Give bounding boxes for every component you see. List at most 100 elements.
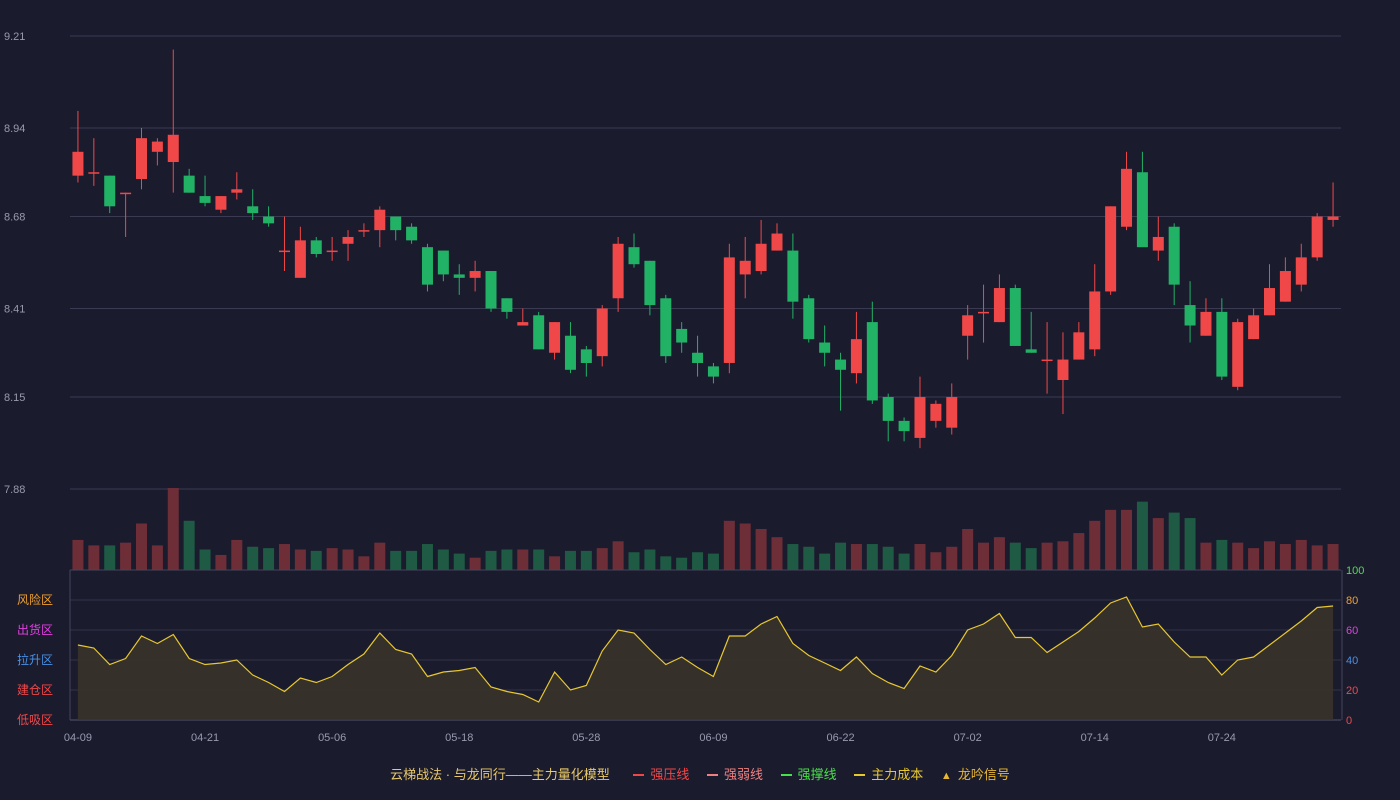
volume-bar [104, 545, 116, 570]
candle-body [1200, 311, 1212, 336]
legend-label: 强撑线 [797, 767, 837, 782]
volume-bar [215, 554, 227, 570]
candle-body [930, 403, 942, 421]
volume-bar [835, 542, 847, 570]
candle-body [88, 172, 100, 174]
candle-body [1232, 322, 1244, 387]
candle-body [1248, 315, 1260, 340]
zone-label: 建仓区 [17, 683, 53, 697]
volume-bar [564, 550, 576, 570]
volume-bar [707, 553, 719, 570]
legend-item-strength-line[interactable]: 强弱线 [707, 764, 763, 783]
volume-bar [199, 549, 211, 570]
volume-bar [898, 553, 910, 570]
volume-bar [501, 549, 513, 570]
price-tick-label: 8.68 [4, 212, 25, 224]
candle-body [72, 151, 84, 176]
legend-item-main-cost[interactable]: 主力成本 [854, 764, 923, 783]
price-tick-label: 8.41 [4, 303, 25, 315]
volume-bar [660, 556, 672, 570]
candle-body [850, 339, 862, 374]
candle-body [993, 288, 1005, 323]
volume-bar [1041, 542, 1053, 570]
volume-bar [1216, 539, 1228, 570]
candle-body [374, 209, 386, 231]
candle-body [707, 366, 719, 377]
volume-bar [676, 557, 688, 570]
volume-bar [485, 550, 497, 570]
x-tick-label: 04-21 [191, 732, 219, 744]
volume-bar [374, 542, 386, 570]
candle-body [898, 420, 910, 432]
candle-body [1216, 311, 1228, 377]
candle-body [263, 216, 275, 224]
candle-body [453, 274, 465, 278]
candle-body [167, 134, 179, 163]
volume-bar [453, 553, 465, 570]
x-tick-label: 06-22 [826, 732, 854, 744]
candle-body [978, 311, 990, 314]
candle-body [755, 243, 767, 272]
volume-bar [1232, 542, 1244, 570]
volume-bar [1184, 518, 1196, 570]
indicator-tick-label: 60 [1346, 625, 1358, 637]
volume-bar [1168, 512, 1180, 570]
volume-bar [263, 548, 275, 570]
candle-body [819, 342, 831, 353]
volume-bar [850, 544, 862, 570]
legend-label: 强压线 [650, 767, 690, 782]
indicator-tick-label: 80 [1346, 595, 1358, 607]
price-tick-label: 8.94 [4, 123, 25, 135]
candle-body [835, 359, 847, 370]
legend-item-strong-pressure[interactable]: 强压线 [633, 764, 689, 783]
candle-body [1009, 288, 1021, 346]
candle-body [580, 349, 592, 363]
volume-bar [628, 552, 640, 570]
volume-bar [930, 552, 942, 570]
indicator-tick-label: 40 [1346, 655, 1358, 667]
x-tick-label: 05-28 [572, 732, 600, 744]
volume-bar [406, 550, 418, 570]
candle-body [660, 298, 672, 357]
candle-body [231, 189, 243, 193]
zone-label: 出货区 [17, 622, 53, 637]
candle-body [739, 260, 751, 275]
volume-bar [1311, 545, 1323, 570]
candle-body [914, 397, 926, 438]
volume-bar [787, 544, 799, 570]
volume-bar [755, 529, 767, 570]
candle-body [1136, 172, 1148, 248]
volume-bar [294, 549, 306, 570]
indicator-area [77, 597, 1334, 720]
volume-bar [88, 545, 100, 570]
legend-item-strong-support[interactable]: 强撑线 [780, 764, 837, 783]
candle-body [962, 315, 974, 336]
volume-bar [183, 520, 195, 570]
candle-body [644, 260, 656, 306]
candle-body [469, 271, 481, 278]
candle-body [1327, 216, 1339, 220]
volume-bar [723, 520, 735, 570]
volume-bar [1057, 541, 1069, 570]
volume-bar [231, 539, 243, 570]
volume-bar [72, 539, 84, 570]
chart-legend: 云梯战法 · 与龙同行——主力量化模型 强压线 强弱线 强撑线 主力成本 ▲ 龙吟… [0, 764, 1400, 783]
volume-bar [358, 556, 370, 570]
candle-body [1295, 257, 1307, 285]
legend-item-dragon-signal[interactable]: ▲ 龙吟信号 [941, 764, 1010, 783]
indicator-tick-label: 0 [1346, 715, 1352, 727]
volume-bar [1152, 518, 1164, 570]
candle-body [1264, 288, 1276, 316]
x-tick-label: 07-14 [1081, 732, 1109, 744]
candle-body [1073, 332, 1085, 360]
price-tick-label: 9.21 [4, 31, 25, 43]
volume-bar [993, 537, 1005, 570]
volume-bar [1279, 544, 1291, 570]
volume-bar [644, 549, 656, 570]
volume-bar [1200, 542, 1212, 570]
candle-body [151, 141, 163, 152]
candle-body [946, 397, 958, 428]
volume-bar [866, 544, 878, 570]
candle-body [390, 216, 402, 231]
candle-body [612, 243, 624, 299]
